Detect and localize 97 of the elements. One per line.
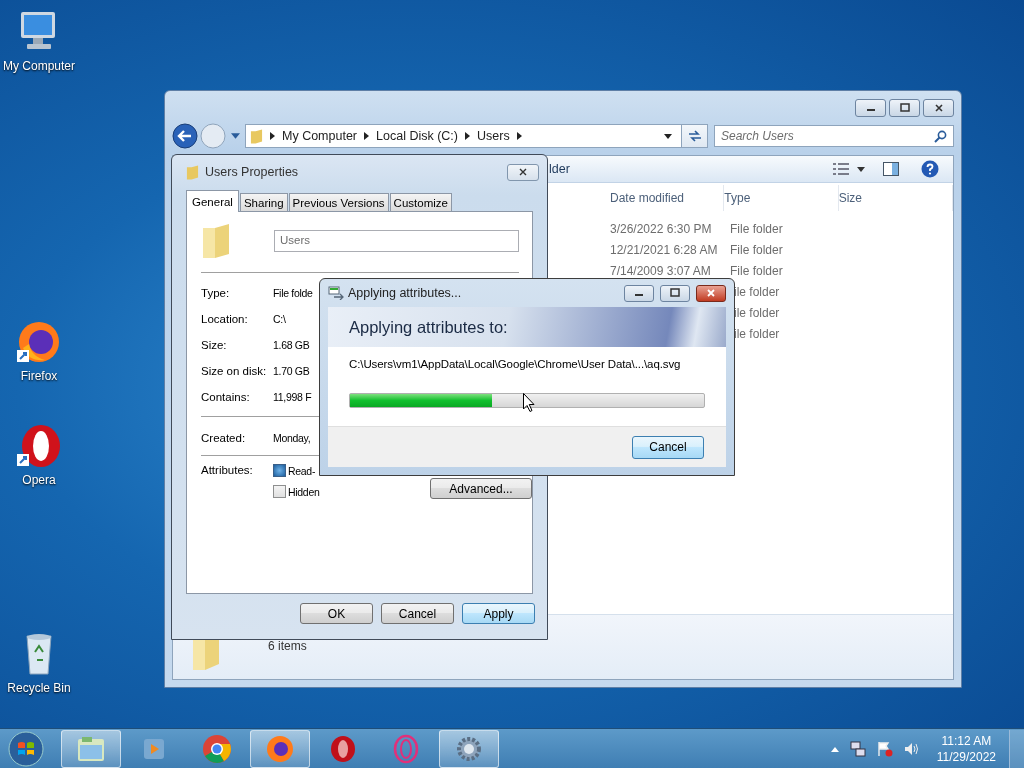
dialog-button[interactable]: Apply: [462, 603, 535, 624]
folder-icon: [250, 128, 263, 144]
field-label: Size:: [201, 339, 228, 351]
dialog-title: Applying attributes...: [348, 286, 462, 300]
network-icon[interactable]: [849, 740, 866, 757]
table-cell: File folder: [730, 263, 783, 278]
refresh-icon: [686, 129, 703, 143]
desktop-icon-label[interactable]: Firefox: [20, 369, 58, 383]
maximize-icon: [670, 288, 680, 298]
field-value: 1.68 GB: [273, 339, 310, 351]
close-icon: [706, 288, 716, 298]
folder-icon: [201, 224, 231, 258]
table-cell: File folder: [730, 221, 783, 236]
maximize-icon: [899, 103, 910, 113]
dropdown-icon[interactable]: [664, 133, 672, 139]
table-cell-text: 12/21/2021 6:28 AM: [610, 242, 719, 257]
field-label: Contains:: [201, 391, 251, 403]
chevron-icon[interactable]: [465, 132, 470, 140]
clock-date[interactable]: 11/29/2022: [936, 748, 996, 765]
table-cell: ile folder: [734, 326, 780, 341]
field-value: Monday,: [273, 432, 311, 444]
chevron-icon[interactable]: [364, 132, 370, 140]
preview-pane-icon[interactable]: [883, 162, 899, 176]
field-value: C:\: [273, 313, 286, 325]
field-label: Location:: [201, 313, 249, 325]
column-header[interactable]: Size: [838, 185, 953, 211]
field-value: 11,998 F: [273, 391, 312, 403]
tab[interactable]: Previous Versions: [288, 193, 389, 211]
view-list-icon[interactable]: [833, 163, 849, 175]
maximize-button[interactable]: [889, 99, 920, 117]
breadcrumb-item[interactable]: Users: [477, 129, 510, 143]
back-button[interactable]: [172, 123, 198, 149]
field-label: Attributes:: [201, 464, 254, 476]
taskbar-button[interactable]: [250, 729, 310, 768]
tab[interactable]: General: [186, 190, 239, 212]
close-button[interactable]: [696, 284, 726, 302]
toolbar-button[interactable]: lder: [549, 162, 570, 176]
refresh-button[interactable]: [681, 125, 707, 147]
table-cell-text: 3/26/2022 6:30 PM: [610, 221, 713, 236]
dropdown-icon[interactable]: [857, 166, 865, 172]
table-cell: File folder: [730, 242, 783, 257]
chevron-icon[interactable]: [270, 132, 275, 140]
taskbar-button[interactable]: [439, 729, 499, 768]
field-label: Type:: [201, 287, 231, 299]
close-button[interactable]: [923, 99, 954, 117]
item-count: 6 items: [268, 639, 307, 653]
checkbox[interactable]: [273, 464, 286, 477]
help-icon[interactable]: [921, 160, 939, 178]
chrome-icon: [202, 733, 232, 764]
checkbox[interactable]: [273, 485, 286, 498]
dialog-button[interactable]: OK: [300, 603, 373, 624]
flag-icon[interactable]: [876, 740, 893, 757]
search-icon[interactable]: [934, 130, 947, 143]
close-button[interactable]: [507, 163, 539, 181]
dialog-heading: Applying attributes to:: [349, 317, 508, 337]
minimize-button[interactable]: [624, 284, 654, 302]
table-cell-text: 7/14/2009 3:07 AM: [610, 263, 712, 278]
desktop-icon-label[interactable]: Recycle Bin: [7, 681, 71, 695]
dialog-button[interactable]: Cancel: [381, 603, 454, 624]
field-value: File folde: [273, 287, 313, 299]
checkbox-label[interactable]: Read-: [288, 464, 316, 477]
transfer-icon: [328, 286, 344, 300]
show-hidden-icons-icon[interactable]: [830, 745, 839, 752]
column-header[interactable]: Type: [724, 185, 839, 211]
address-bar[interactable]: My Computer Local Disk (C:) Users: [245, 124, 708, 148]
dialog-title: Users Properties: [205, 165, 299, 179]
file-path: C:\Users\vm1\AppData\Local\Google\Chrome\User Data\...\aq.svg: [349, 358, 681, 370]
desktop-icon-label[interactable]: Opera: [22, 473, 56, 487]
minimize-button[interactable]: [855, 99, 886, 117]
start-button[interactable]: [8, 730, 44, 767]
field-label: Created:: [201, 432, 247, 444]
maximize-button[interactable]: [660, 284, 690, 302]
advanced-button[interactable]: Advanced...: [430, 478, 532, 499]
field-label: Size on disk:: [201, 365, 268, 377]
breadcrumb-item[interactable]: Local Disk (C:): [376, 129, 458, 143]
close-icon: [518, 167, 528, 177]
table-cell: ile folder: [734, 284, 780, 299]
tab[interactable]: Sharing: [239, 193, 288, 211]
tab[interactable]: Customize: [389, 193, 452, 211]
table-cell: ile folder: [734, 305, 780, 320]
folder-icon: [76, 734, 106, 763]
search-field[interactable]: Search Users: [714, 125, 954, 147]
close-icon: [933, 103, 944, 113]
checkbox-label[interactable]: Hidden: [288, 485, 320, 498]
ring-icon: [392, 733, 420, 764]
name-field[interactable]: Users: [274, 230, 519, 252]
firefox-icon: [265, 733, 295, 764]
cancel-button[interactable]: Cancel: [632, 435, 704, 459]
opera-icon: [329, 733, 357, 764]
chevron-icon[interactable]: [516, 132, 522, 140]
field-value: 1.70 GB: [273, 365, 310, 377]
opera-icon[interactable]: [15, 422, 63, 470]
folder-icon: [186, 164, 199, 180]
column-header[interactable]: Date modified: [610, 185, 725, 211]
desktop-icon-label[interactable]: My Computer: [3, 59, 75, 73]
mouse-pointer-icon: [523, 393, 535, 412]
breadcrumb-item[interactable]: My Computer: [282, 129, 358, 143]
